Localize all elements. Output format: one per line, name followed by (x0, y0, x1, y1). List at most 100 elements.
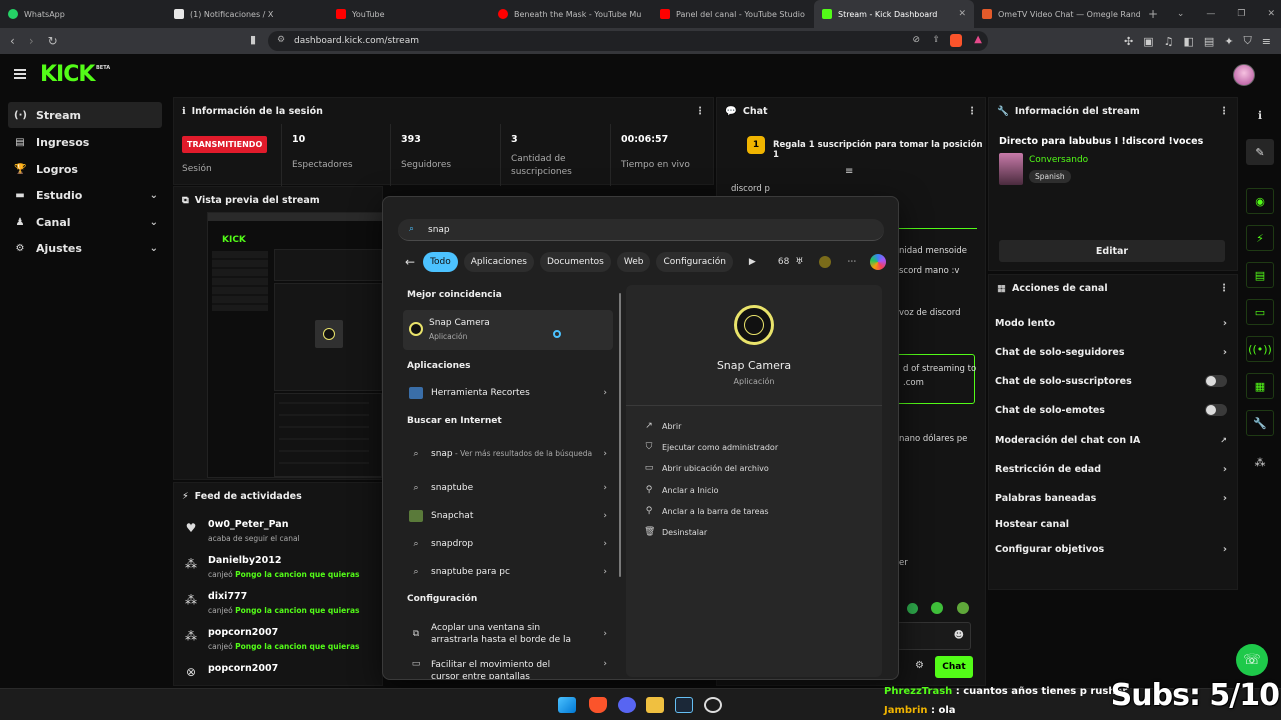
emotes-only-toggle[interactable] (1205, 404, 1227, 416)
play-icon[interactable]: ▶ (749, 257, 756, 267)
extensions-icon[interactable]: ✣ (1124, 35, 1133, 48)
info-icon[interactable]: ℹ (1246, 102, 1274, 128)
kick-logo[interactable]: KICK (40, 62, 95, 87)
new-tab-button[interactable]: + (1140, 0, 1160, 28)
edit-icon[interactable]: ✎ (1246, 139, 1274, 165)
action-open-location[interactable]: ▭ Abrir ubicación del archivo (644, 463, 769, 473)
sidebar-icon[interactable]: ◧ (1184, 35, 1194, 48)
vpn-icon[interactable]: ⛉ (1244, 34, 1252, 48)
leo-icon[interactable]: ✦ (1224, 35, 1233, 48)
layout-icon[interactable]: ▦ (1246, 373, 1274, 399)
action-uninstall[interactable]: 🗑 Desinstalar (644, 527, 707, 537)
web-result[interactable]: ⌕ snaptube para pc › (403, 559, 613, 585)
forward-icon[interactable]: › (29, 34, 34, 48)
reload-icon[interactable]: ↻ (48, 34, 58, 48)
back-arrow-icon[interactable]: ← (405, 255, 415, 269)
more-options-icon[interactable]: ⋮ (1219, 283, 1229, 294)
tab-youtube-studio[interactable]: Panel del canal - YouTube Studio (652, 0, 814, 28)
subscribers-only-toggle[interactable] (1205, 375, 1227, 387)
sidebar-item-logros[interactable]: 🏆 Logros (8, 156, 162, 182)
brave-rewards-icon[interactable]: ▲ (974, 34, 982, 45)
more-options-icon[interactable]: ⋮ (695, 106, 705, 117)
sidebar-item-ingresos[interactable]: ▤ Ingresos (8, 129, 162, 155)
web-result[interactable]: Snapchat › (403, 503, 613, 529)
tab-x[interactable]: (1) Notificaciones / X (166, 0, 328, 28)
obs-icon[interactable] (704, 697, 722, 713)
send-chat-button[interactable]: Chat (935, 656, 973, 678)
filter-web[interactable]: Web (616, 252, 651, 272)
action-slow-mode[interactable]: Modo lento › (995, 312, 1227, 334)
stream-preview-video[interactable]: KICK (207, 212, 383, 478)
menu-icon[interactable] (14, 69, 26, 79)
action-pin-start[interactable]: ⚲ Anclar a Inicio (644, 485, 719, 495)
tab-youtube-music[interactable]: Beneath the Mask - YouTube Mu (490, 0, 652, 28)
tab-ometv[interactable]: OmeTV Video Chat — Omegle Rand (974, 0, 1140, 28)
scrollbar[interactable] (619, 293, 621, 577)
copilot-icon[interactable] (870, 254, 887, 270)
action-followers-only[interactable]: Chat de solo-seguidores › (995, 341, 1227, 363)
emoji-icon[interactable]: ☻ (954, 630, 964, 641)
search-input[interactable]: ⌕ snap (398, 219, 884, 241)
lightning-icon[interactable]: ⚡ (1246, 225, 1274, 251)
category-link[interactable]: Conversando (1029, 155, 1088, 165)
wrench-icon[interactable]: 🔧 (1246, 410, 1274, 436)
maximize-icon[interactable]: ❐ (1237, 9, 1245, 19)
chat-icon[interactable]: ▭ (1246, 299, 1274, 325)
music-icon[interactable]: ♫ (1164, 35, 1174, 48)
emote-icon[interactable] (957, 602, 969, 614)
filter-all[interactable]: Todo (423, 252, 458, 272)
more-options-icon[interactable]: ⋮ (1219, 106, 1229, 117)
gear-icon[interactable]: ⚙ (915, 660, 924, 671)
tab-kick-dashboard[interactable]: Stream - Kick Dashboard ✕ (814, 0, 974, 28)
site-info-icon[interactable]: ⚙ (277, 35, 285, 45)
steam-icon[interactable] (675, 697, 693, 713)
settings-result[interactable]: ⧉ Acoplar una ventana sin arrastrarla has… (403, 617, 613, 651)
web-result[interactable]: ⌕ snaptube › (403, 475, 613, 501)
web-result[interactable]: ⌕ snapdrop › (403, 531, 613, 557)
sidebar-item-ajustes[interactable]: ⚙ Ajustes ⌄ (8, 235, 162, 261)
brave-shield-icon[interactable] (950, 34, 962, 47)
edit-button[interactable]: Editar (999, 240, 1225, 262)
action-ai-moderation[interactable]: Moderación del chat con IA ↗ (995, 429, 1227, 451)
filter-documents[interactable]: Documentos (540, 252, 611, 272)
filter-settings[interactable]: Configuración (656, 252, 733, 272)
apps-icon[interactable]: ⁂ (1246, 449, 1274, 475)
close-window-icon[interactable]: ✕ (1267, 9, 1275, 19)
emote-icon[interactable] (931, 602, 943, 614)
pinned-gift-banner[interactable]: Regala 1 suscripción para tomar la posic… (773, 140, 985, 160)
emote-icon[interactable] (907, 603, 918, 614)
action-age-restriction[interactable]: Restricción de edad › (995, 458, 1227, 480)
action-open[interactable]: ↗ Abrir (644, 421, 681, 431)
camera-icon[interactable]: ◉ (1246, 188, 1274, 214)
action-host-channel[interactable]: Hostear canal (995, 513, 1227, 535)
back-icon[interactable]: ‹ (10, 34, 15, 48)
sidebar-item-canal[interactable]: ♟ Canal ⌄ (8, 209, 162, 235)
web-result[interactable]: ⌕ snap - Ver más resultados de la búsqued… (403, 438, 613, 470)
tab-youtube[interactable]: YouTube (328, 0, 490, 28)
app-result[interactable]: Herramienta Recortes › (403, 380, 613, 406)
close-tab-icon[interactable]: ✕ (958, 9, 966, 19)
support-chat-icon[interactable]: ☏ (1236, 644, 1268, 676)
dropdown-icon[interactable]: ⌄ (1177, 9, 1185, 19)
action-pin-taskbar[interactable]: ⚲ Anclar a la barra de tareas (644, 506, 769, 516)
wallet-icon[interactable]: ▤ (1204, 35, 1214, 48)
minimize-icon[interactable]: — (1206, 9, 1215, 19)
sidebar-item-stream[interactable]: (·) Stream (8, 102, 162, 128)
account-icon[interactable] (819, 256, 832, 268)
discord-icon[interactable] (618, 697, 636, 713)
sidebar-item-estudio[interactable]: ▬ Estudio ⌄ (8, 182, 162, 208)
brave-icon[interactable] (589, 697, 607, 713)
action-run-as-admin[interactable]: ⛉ Ejecutar como administrador (644, 442, 779, 452)
more-options-icon[interactable]: ⋮ (967, 106, 977, 117)
mute-icon[interactable]: ⊘ (912, 35, 920, 45)
tab-whatsapp[interactable]: WhatsApp (0, 0, 166, 28)
more-options-icon[interactable]: ⋯ (847, 257, 856, 267)
file-explorer-icon[interactable] (646, 697, 664, 713)
settings-result[interactable]: ▭ Facilitar el movimiento del cursor entr… (403, 655, 613, 679)
share-icon[interactable]: ⇪ (932, 35, 940, 45)
address-bar[interactable]: ⚙ dashboard.kick.com/stream ⊘ ⇪ ▲ (268, 31, 988, 51)
best-match-item[interactable]: Snap Camera Aplicación (403, 310, 613, 350)
filter-apps[interactable]: Aplicaciones (463, 252, 534, 272)
start-icon[interactable] (558, 697, 576, 713)
action-configure-goals[interactable]: Configurar objetivos › (995, 538, 1227, 560)
